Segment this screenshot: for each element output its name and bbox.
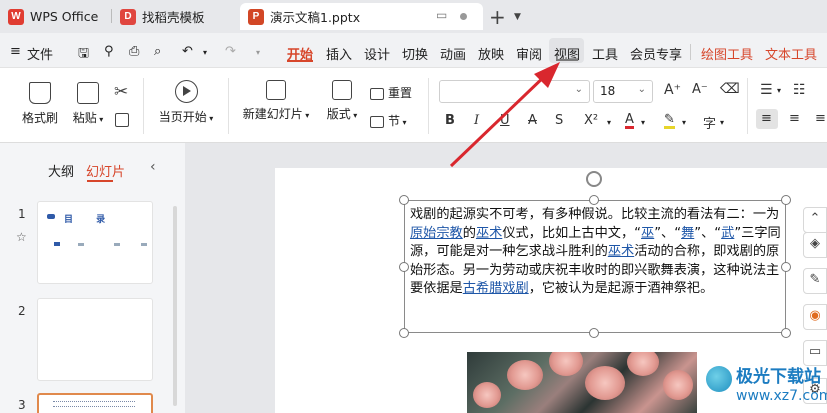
annotation-arrow	[449, 62, 560, 168]
arrow-shaft	[449, 71, 550, 168]
watermark-url: www.xz7.com	[736, 388, 827, 404]
watermark-title: 极光下载站	[736, 367, 821, 387]
watermark-logo-icon	[706, 366, 732, 392]
site-watermark: 极光下载站 www.xz7.com	[706, 362, 827, 413]
